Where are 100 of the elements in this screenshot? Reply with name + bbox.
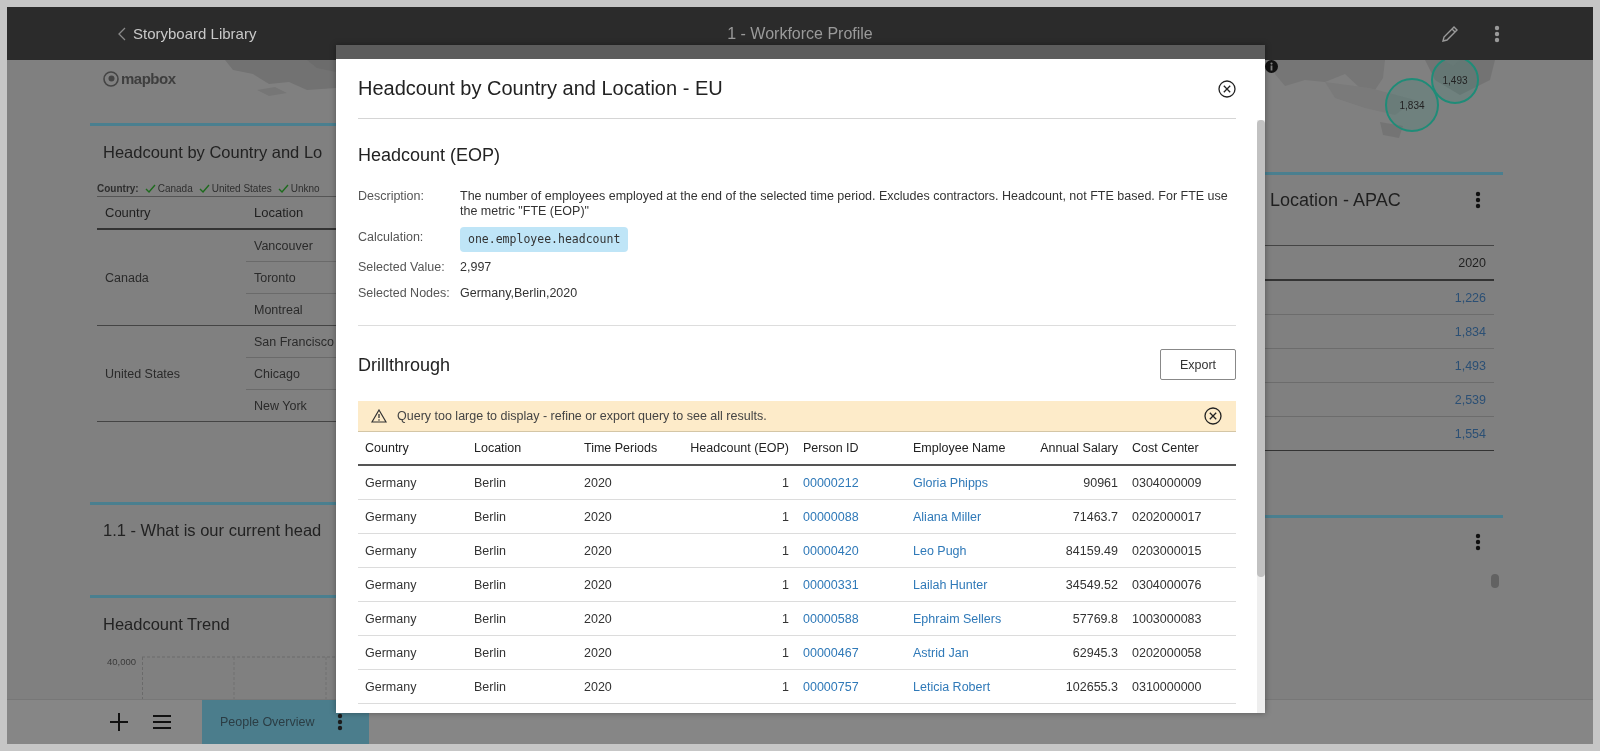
field-label: Description:: [358, 189, 425, 204]
table-link[interactable]: Astrid Jan: [906, 635, 1010, 670]
table-cell: 102655.3: [1010, 669, 1125, 704]
table-cell: Germany: [358, 499, 467, 534]
table-cell: Germany: [358, 635, 467, 670]
table-cell: 0203000015: [1125, 533, 1236, 568]
back-link[interactable]: Storyboard Library: [133, 25, 257, 42]
map-bubble[interactable]: 1,834: [1385, 78, 1439, 132]
axis-tick-label: 40,000: [107, 656, 137, 667]
filter-label: Country:: [97, 183, 139, 194]
field-value: Germany,Berlin,2020: [460, 286, 579, 301]
scrollbar-thumb[interactable]: [1257, 120, 1265, 577]
table-link[interactable]: 00000088: [796, 499, 906, 534]
table-cell: 84159.49: [1010, 533, 1125, 568]
card-title: Headcount by Country and Lo: [102, 142, 324, 163]
table-link[interactable]: 00000331: [796, 567, 906, 602]
table-cell: 1: [667, 635, 796, 670]
column-header: Annual Salary: [1010, 432, 1125, 465]
table-cell: 2020: [577, 669, 667, 704]
warning-message: Query too large to display - refine or export query to see all results.: [397, 409, 768, 423]
table-cell: Germany: [358, 465, 467, 500]
table-cell: Germany: [358, 533, 467, 568]
table-cell: 90961: [1010, 465, 1125, 500]
table-cell: Berlin: [467, 465, 577, 500]
table-link[interactable]: Gloria Phipps: [906, 465, 1010, 500]
field-value: 2,997: [460, 260, 493, 275]
table-cell: Berlin: [467, 499, 577, 534]
column-header: Country: [358, 432, 467, 465]
more-options-icon[interactable]: [1475, 191, 1481, 209]
field-value: The number of employees employed at the end of the selected time period. Excludes contractors. Headcount, not FTE based. For FTE use the metric "FTE (EOP)": [460, 189, 1229, 219]
filter-value[interactable]: Canada: [157, 183, 193, 194]
more-options-icon[interactable]: [1494, 24, 1500, 43]
map-attribution: mapbox: [121, 70, 176, 87]
close-icon[interactable]: [1218, 79, 1236, 98]
column-header: Employee Name: [906, 432, 1010, 465]
column-header: Person ID: [796, 432, 906, 465]
table-cell: Berlin: [467, 567, 577, 602]
column-header: Location: [467, 432, 577, 465]
table-cell: 0304000076: [1125, 567, 1236, 602]
more-options-icon[interactable]: [1475, 533, 1481, 551]
table-cell: 2020: [577, 601, 667, 636]
table-cell: Berlin: [467, 533, 577, 568]
table-cell: 2020: [577, 533, 667, 568]
table-link[interactable]: 00000757: [796, 669, 906, 704]
table-cell: Germany: [358, 567, 467, 602]
back-chevron-icon[interactable]: [118, 26, 126, 41]
table-link[interactable]: Aliana Miller: [906, 499, 1010, 534]
table-cell: 2020: [577, 499, 667, 534]
mapbox-logo-icon: [103, 70, 119, 87]
table-cell: Germany: [358, 601, 467, 636]
add-icon[interactable]: [109, 712, 129, 732]
table-cell: Berlin: [467, 601, 577, 636]
dialog-title: Headcount by Country and Location - EU: [358, 77, 723, 100]
card-title: 1.1 - What is our current head: [102, 520, 323, 541]
table-cell: 2020: [577, 465, 667, 500]
table-cell: Canada: [97, 229, 246, 326]
table-cell: 0310000000: [1125, 669, 1236, 704]
field-label: Calculation:: [358, 230, 425, 245]
table-link[interactable]: 00000212: [796, 465, 906, 500]
table-link[interactable]: Ephraim Sellers: [906, 601, 1010, 636]
field-label: Selected Nodes:: [358, 286, 451, 301]
table-cell: 2020: [577, 567, 667, 602]
warning-icon: [371, 409, 387, 423]
page-title: 1 - Workforce Profile: [727, 24, 873, 43]
table-link[interactable]: 00000467: [796, 635, 906, 670]
column-header: Country: [97, 197, 246, 229]
menu-icon[interactable]: [153, 714, 171, 730]
table-cell: 1003000083: [1125, 601, 1236, 636]
table-link[interactable]: Leo Pugh: [906, 533, 1010, 568]
table-link[interactable]: 00000588: [796, 601, 906, 636]
table-cell: Berlin: [467, 635, 577, 670]
table-cell: 1: [667, 465, 796, 500]
table-cell: United States: [97, 325, 246, 422]
table-cell: 1: [667, 669, 796, 704]
table-cell: 0202000058: [1125, 635, 1236, 670]
table-link[interactable]: Lailah Hunter: [906, 567, 1010, 602]
card-title: Headcount Trend: [102, 614, 231, 635]
code-snippet: one.employee.headcount: [460, 227, 629, 252]
table-link[interactable]: 00000420: [796, 533, 906, 568]
table-cell: 1: [667, 499, 796, 534]
info-icon[interactable]: [1265, 60, 1278, 73]
filter-value[interactable]: Unkno: [290, 183, 320, 194]
table-link[interactable]: Leticia Robert: [906, 669, 1010, 704]
column-header: 2020: [1265, 245, 1494, 280]
map-bubble[interactable]: 1,493: [1431, 60, 1479, 104]
table-cell: 0304000009: [1125, 465, 1236, 500]
section-title: Drillthrough: [358, 353, 451, 376]
export-button[interactable]: Export: [1160, 349, 1236, 380]
card-title: Location - APAC: [1270, 189, 1401, 211]
scrollbar-thumb[interactable]: [1491, 574, 1499, 588]
table-cell: 1: [667, 567, 796, 602]
more-options-icon[interactable]: [337, 713, 343, 731]
page-tab[interactable]: People Overview: [202, 700, 369, 744]
table-cell: Germany: [358, 669, 467, 704]
column-header: Headcount (EOP): [667, 432, 796, 465]
column-header: Time Periods: [577, 432, 667, 465]
section-title: Headcount (EOP): [358, 144, 502, 166]
table-cell: 71463.7: [1010, 499, 1125, 534]
close-icon[interactable]: [1204, 407, 1222, 425]
filter-value[interactable]: United States: [211, 183, 272, 194]
